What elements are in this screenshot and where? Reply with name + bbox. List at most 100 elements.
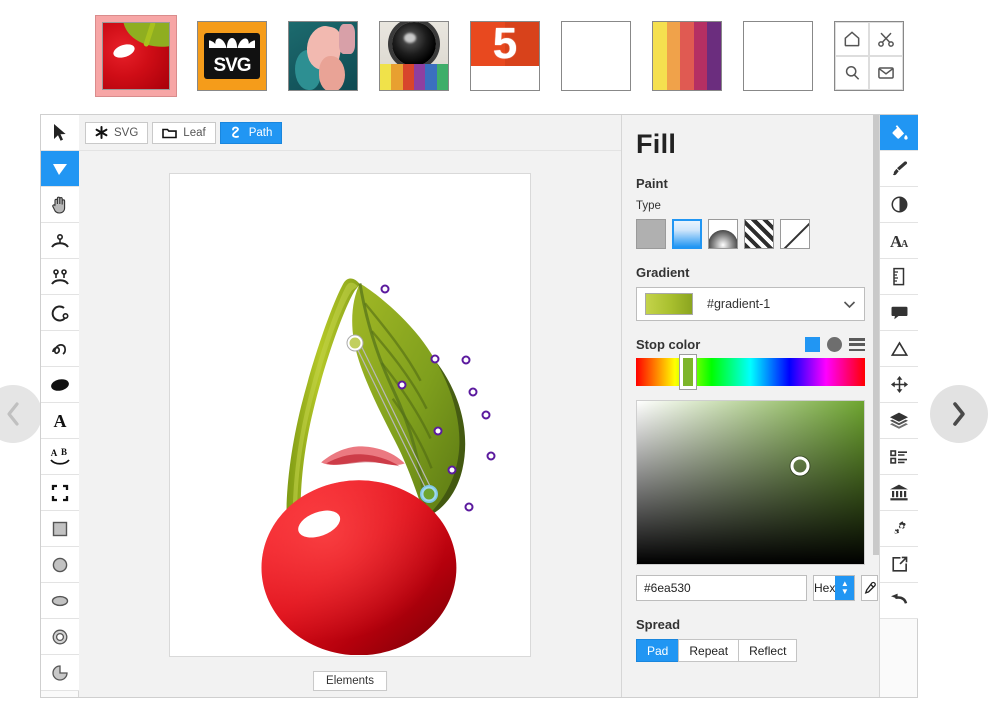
export-button[interactable] xyxy=(880,547,918,583)
breadcrumb-item-leaf[interactable]: Leaf xyxy=(152,121,216,144)
pan-hand-tool[interactable] xyxy=(41,187,79,223)
circle-icon xyxy=(52,557,68,572)
thumbnail-cherry[interactable] xyxy=(95,15,177,97)
asterisk-icon xyxy=(95,126,108,139)
chevron-left-icon xyxy=(7,402,19,426)
text-tool[interactable]: A xyxy=(41,403,79,439)
breadcrumb-label-svg: SVG xyxy=(114,126,139,139)
saturation-value-picker[interactable] xyxy=(636,400,865,565)
hue-slider-handle[interactable] xyxy=(679,355,696,389)
gray-circle-icon[interactable] xyxy=(827,337,842,352)
cherry-thumb-art xyxy=(102,22,170,90)
rectangle-tool[interactable] xyxy=(41,511,79,547)
donut-icon xyxy=(52,629,68,644)
search-icon-cell xyxy=(835,56,869,90)
filled-arrow-icon xyxy=(53,163,67,175)
hex-input[interactable] xyxy=(636,575,807,601)
text-on-path-tool[interactable]: A B xyxy=(41,439,79,475)
node-select-tool[interactable] xyxy=(41,151,79,187)
svg-text:B: B xyxy=(61,447,67,457)
chevron-down-icon xyxy=(843,300,856,308)
solid-square-icon[interactable] xyxy=(805,337,820,352)
no-fill-type-button[interactable] xyxy=(780,219,810,249)
linear-gradient-type-button[interactable] xyxy=(672,219,702,249)
prev-page-button[interactable] xyxy=(0,385,42,443)
home-icon xyxy=(844,31,860,47)
fill-panel-button[interactable] xyxy=(880,115,918,151)
export-arrow-icon xyxy=(891,556,907,572)
two-nodes-icon xyxy=(51,268,69,285)
flat-color-type-button[interactable] xyxy=(636,219,666,249)
spread-pad-button[interactable]: Pad xyxy=(636,639,680,662)
transform-panel-button[interactable] xyxy=(880,367,918,403)
measure-panel-button[interactable] xyxy=(880,259,918,295)
gradient-swatch xyxy=(645,293,693,315)
list-icon xyxy=(890,449,907,464)
pie-tool[interactable] xyxy=(41,655,79,691)
panel-scrollbar[interactable] xyxy=(873,115,879,555)
undo-button[interactable] xyxy=(880,583,918,619)
pattern-type-button[interactable] xyxy=(744,219,774,249)
hand-icon xyxy=(52,196,66,214)
camera-lens-art xyxy=(380,22,448,90)
eyedropper-button[interactable] xyxy=(861,575,879,601)
freehand-tool[interactable] xyxy=(41,331,79,367)
asterisk-glyph xyxy=(95,126,108,139)
ring-tool[interactable] xyxy=(41,619,79,655)
color-mode-stepper-icon[interactable]: ▲ ▼ xyxy=(835,576,855,600)
stroke-panel-button[interactable] xyxy=(880,151,918,187)
typography-panel-button[interactable]: A A xyxy=(880,223,918,259)
layers-panel-button[interactable] xyxy=(880,403,918,439)
svg-logo-text: SVG xyxy=(204,33,260,79)
thumbnail-html5-logo[interactable]: 5 xyxy=(470,21,540,91)
canvas-area[interactable]: Elements xyxy=(79,151,621,697)
library-panel-button[interactable] xyxy=(880,475,918,511)
thumbnail-strip: SVG 5 xyxy=(0,0,1000,112)
saturation-value-handle[interactable] xyxy=(790,456,810,476)
spread-repeat-button[interactable]: Repeat xyxy=(678,639,740,662)
thumbnail-camera-lens[interactable] xyxy=(379,21,449,91)
node-edit-tool[interactable] xyxy=(41,223,79,259)
thumbnail-icon-grid[interactable] xyxy=(834,21,904,91)
blob-tool[interactable] xyxy=(41,367,79,403)
contrast-circle-icon xyxy=(891,196,907,213)
thumbnail-usa-flag[interactable] xyxy=(561,21,631,91)
canvas-column: SVG Leaf Path Elements xyxy=(79,115,621,697)
comment-panel-button[interactable] xyxy=(880,295,918,331)
spread-reflect-button[interactable]: Reflect xyxy=(738,639,798,662)
circle-tool[interactable] xyxy=(41,547,79,583)
thumbnail-color-stripes[interactable] xyxy=(652,21,722,91)
hue-slider[interactable] xyxy=(636,355,865,389)
arc-tool[interactable] xyxy=(41,295,79,331)
settings-panel-button[interactable] xyxy=(880,511,918,547)
app-root: SVG 5 A A B SVG Leaf Path Elements Fill … xyxy=(0,0,1000,713)
select-arrow-tool[interactable] xyxy=(41,115,79,151)
thumbnail-svg-logo[interactable]: SVG xyxy=(197,21,267,91)
ruler-icon xyxy=(892,267,904,286)
color-mode-select[interactable]: Hex ▲ ▼ xyxy=(813,575,856,601)
artboard[interactable] xyxy=(169,173,531,657)
layers-stack-icon xyxy=(890,412,908,429)
gradient-select[interactable]: #gradient-1 xyxy=(636,287,865,321)
opacity-panel-button[interactable] xyxy=(880,187,918,223)
multi-node-tool[interactable] xyxy=(41,259,79,295)
next-page-button[interactable] xyxy=(930,385,988,443)
breadcrumb-item-svg[interactable]: SVG xyxy=(85,121,149,144)
radial-gradient-type-button[interactable] xyxy=(708,219,738,249)
thumbnail-bw-portrait[interactable] xyxy=(743,21,813,91)
svg-text:A: A xyxy=(51,448,58,458)
crop-tool[interactable] xyxy=(41,475,79,511)
properties-panel-button[interactable] xyxy=(880,439,918,475)
letter-a-icon: A xyxy=(54,411,67,430)
thumbnail-teal-portrait[interactable] xyxy=(288,21,358,91)
breadcrumb-item-path[interactable]: Path xyxy=(219,121,283,144)
arc-icon xyxy=(51,304,69,321)
paint-section-label: Paint xyxy=(636,176,668,191)
crop-corners-icon xyxy=(51,484,69,501)
shape-panel-button[interactable] xyxy=(880,331,918,367)
ellipse-tool[interactable] xyxy=(41,583,79,619)
elements-tab[interactable]: Elements xyxy=(313,671,387,691)
home-icon-cell xyxy=(835,22,869,56)
menu-lines-icon[interactable] xyxy=(849,338,865,351)
search-icon xyxy=(845,66,860,80)
